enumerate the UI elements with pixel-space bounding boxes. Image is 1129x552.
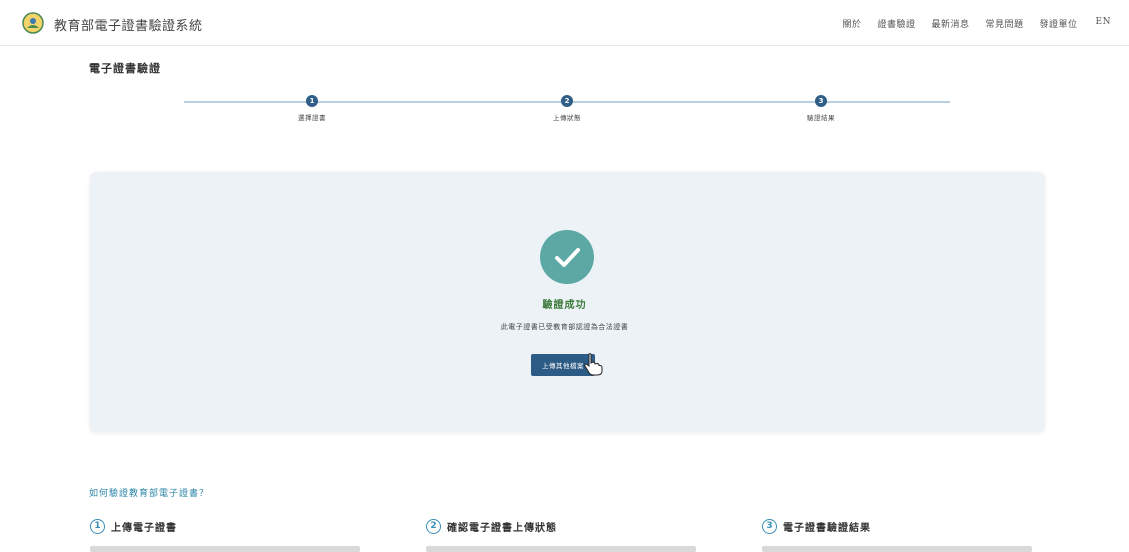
howto-step-title: 上傳電子證書 <box>111 523 177 534</box>
page-title: 電子證書驗證 <box>89 62 161 75</box>
step-number: 1 <box>306 95 318 107</box>
nav-news[interactable]: 最新消息 <box>932 17 970 30</box>
step-upload-status: 2 上傳狀態 <box>527 95 607 122</box>
nav-issuers[interactable]: 發證單位 <box>1040 17 1078 30</box>
howto-step-title: 電子證書驗證結果 <box>783 523 871 534</box>
check-icon <box>540 230 594 284</box>
nav-certificate-verify[interactable]: 證書驗證 <box>877 17 915 30</box>
howto-step-1: 1 上傳電子證書 <box>90 519 177 534</box>
main-nav: 關於 證書驗證 最新消息 常見問題 發證單位 EN <box>842 17 1111 30</box>
result-description: 此電子證書已受教育部認證為合法證書 <box>500 323 629 331</box>
howto-step-3-description <box>762 546 1032 552</box>
hand-pointer-cursor-icon <box>584 353 603 376</box>
top-navigation-bar: 教育部電子證書驗證系統 關於 證書驗證 最新消息 常見問題 發證單位 EN <box>0 0 1129 46</box>
ministry-emblem-icon[interactable] <box>22 12 44 34</box>
nav-language-en[interactable]: EN <box>1096 17 1111 30</box>
howto-step-3: 3 電子證書驗證結果 <box>762 519 871 534</box>
step-label: 上傳狀態 <box>553 114 581 122</box>
step-number-badge: 2 <box>426 519 441 534</box>
step-verify-result: 3 驗證結果 <box>781 95 861 122</box>
step-label: 選擇證書 <box>298 114 326 122</box>
howto-step-2-description <box>426 546 696 552</box>
step-number-badge: 1 <box>90 519 105 534</box>
howto-heading: 如何驗證教育部電子證書？ <box>89 489 210 499</box>
step-number: 2 <box>561 95 573 107</box>
nav-about[interactable]: 關於 <box>842 17 861 30</box>
nav-faq[interactable]: 常見問題 <box>986 17 1024 30</box>
howto-step-2: 2 確認電子證書上傳狀態 <box>426 519 557 534</box>
step-select-certificate: 1 選擇證書 <box>272 95 352 122</box>
step-number-badge: 3 <box>762 519 777 534</box>
site-title[interactable]: 教育部電子證書驗證系統 <box>54 15 203 34</box>
howto-step-title: 確認電子證書上傳狀態 <box>447 523 557 534</box>
step-number: 3 <box>815 95 827 107</box>
result-title: 驗證成功 <box>542 300 587 311</box>
step-label: 驗證結果 <box>807 114 835 122</box>
howto-step-1-description <box>90 546 360 552</box>
